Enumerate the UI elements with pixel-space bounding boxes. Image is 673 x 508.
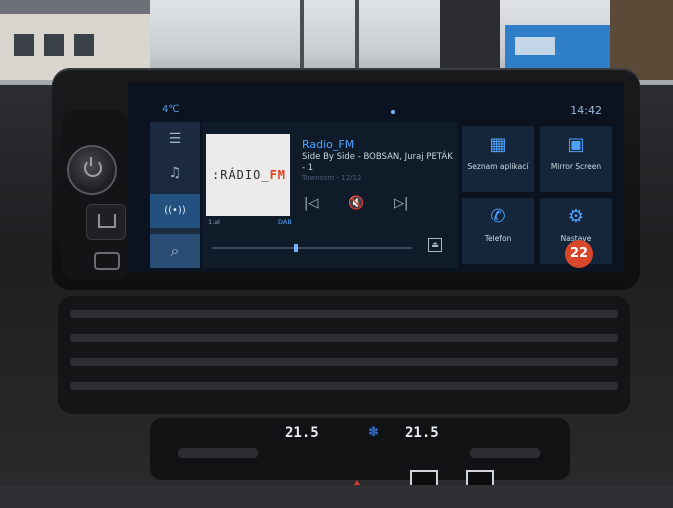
- home-icon: [98, 214, 116, 228]
- center-console: [0, 485, 673, 508]
- station-name: Radio_FM: [302, 138, 355, 151]
- car-infotainment-photo: 4℃ 14:42 ☰ ♫ ((•)) ⌕ :RÁDIO_FM Radio_FM …: [0, 0, 673, 508]
- next-icon[interactable]: ▷|: [394, 196, 408, 211]
- frequency-slider[interactable]: [212, 244, 412, 252]
- pole: [355, 0, 359, 75]
- status-bar: [128, 82, 624, 102]
- home-button[interactable]: [86, 204, 126, 240]
- power-volume-knob[interactable]: [67, 145, 117, 195]
- previous-icon[interactable]: |◁: [304, 196, 318, 211]
- annotation-badge: 22: [565, 240, 593, 268]
- tile-mirror-screen[interactable]: ▣ Mirror Screen: [540, 126, 612, 192]
- building-window: [515, 37, 555, 55]
- outside-temperature: 4℃: [162, 104, 180, 115]
- signal-label: 1.al: [208, 218, 220, 226]
- radio-icon[interactable]: ((•)): [150, 194, 200, 228]
- station-logo-text: :RÁDIO_FM: [212, 168, 287, 182]
- vent-slat: [70, 310, 618, 318]
- slider-handle[interactable]: [294, 244, 298, 252]
- tile-label: Seznam aplikací: [467, 162, 529, 171]
- left-temperature: 21.5: [285, 425, 319, 441]
- infotainment-screen: 4℃ 14:42 ☰ ♫ ((•)) ⌕ :RÁDIO_FM Radio_FM …: [128, 82, 624, 272]
- mute-icon[interactable]: 🔇: [348, 196, 364, 211]
- song-subtitle: Townsom - 12/12: [302, 174, 362, 182]
- vent-slat: [70, 358, 618, 366]
- blue-building: [505, 25, 625, 70]
- radio-player: :RÁDIO_FM Radio_FM Side By Side - BOBSAN…: [202, 122, 458, 268]
- tile-label: Telefon: [484, 234, 512, 243]
- building-window: [74, 34, 94, 56]
- settings-icon: ⚙: [567, 206, 585, 227]
- power-icon: [84, 159, 102, 177]
- music-icon[interactable]: ♫: [150, 156, 200, 190]
- climate-button[interactable]: [178, 448, 258, 458]
- tile-phone[interactable]: ✆ Telefon: [462, 198, 534, 264]
- building-window: [44, 34, 64, 56]
- fan-icon: ✽: [368, 425, 379, 440]
- tile-label: Mirror Screen: [550, 162, 602, 171]
- climate-button[interactable]: [470, 448, 540, 458]
- right-temperature: 21.5: [405, 425, 439, 441]
- source-label: DAB: [278, 218, 292, 226]
- tile-apps[interactable]: ▦ Seznam aplikací: [462, 126, 534, 192]
- app-tiles: ▦ Seznam aplikací ▣ Mirror Screen ✆ Tele…: [462, 122, 622, 268]
- mirror-screen-icon: ▣: [567, 134, 585, 155]
- search-icon[interactable]: ⌕: [150, 234, 200, 268]
- building-window: [14, 34, 34, 56]
- station-logo: :RÁDIO_FM: [206, 134, 290, 216]
- clock: 14:42: [570, 104, 602, 117]
- side-menu: ☰ ♫ ((•)) ⌕: [150, 122, 200, 268]
- phone-icon: ✆: [490, 206, 506, 227]
- building-roof: [0, 0, 150, 14]
- pole: [300, 0, 304, 75]
- vent-slat: [70, 334, 618, 342]
- eject-icon[interactable]: ⏏: [428, 238, 442, 252]
- menu-icon[interactable]: ☰: [150, 122, 200, 156]
- apps-icon: ▦: [489, 134, 507, 155]
- page-indicator-dot: [391, 110, 395, 114]
- car-settings-button[interactable]: [94, 252, 120, 270]
- song-info: Side By Side - BOBSAN, Juraj PETÁK - 1: [302, 152, 453, 173]
- vent-slat: [70, 382, 618, 390]
